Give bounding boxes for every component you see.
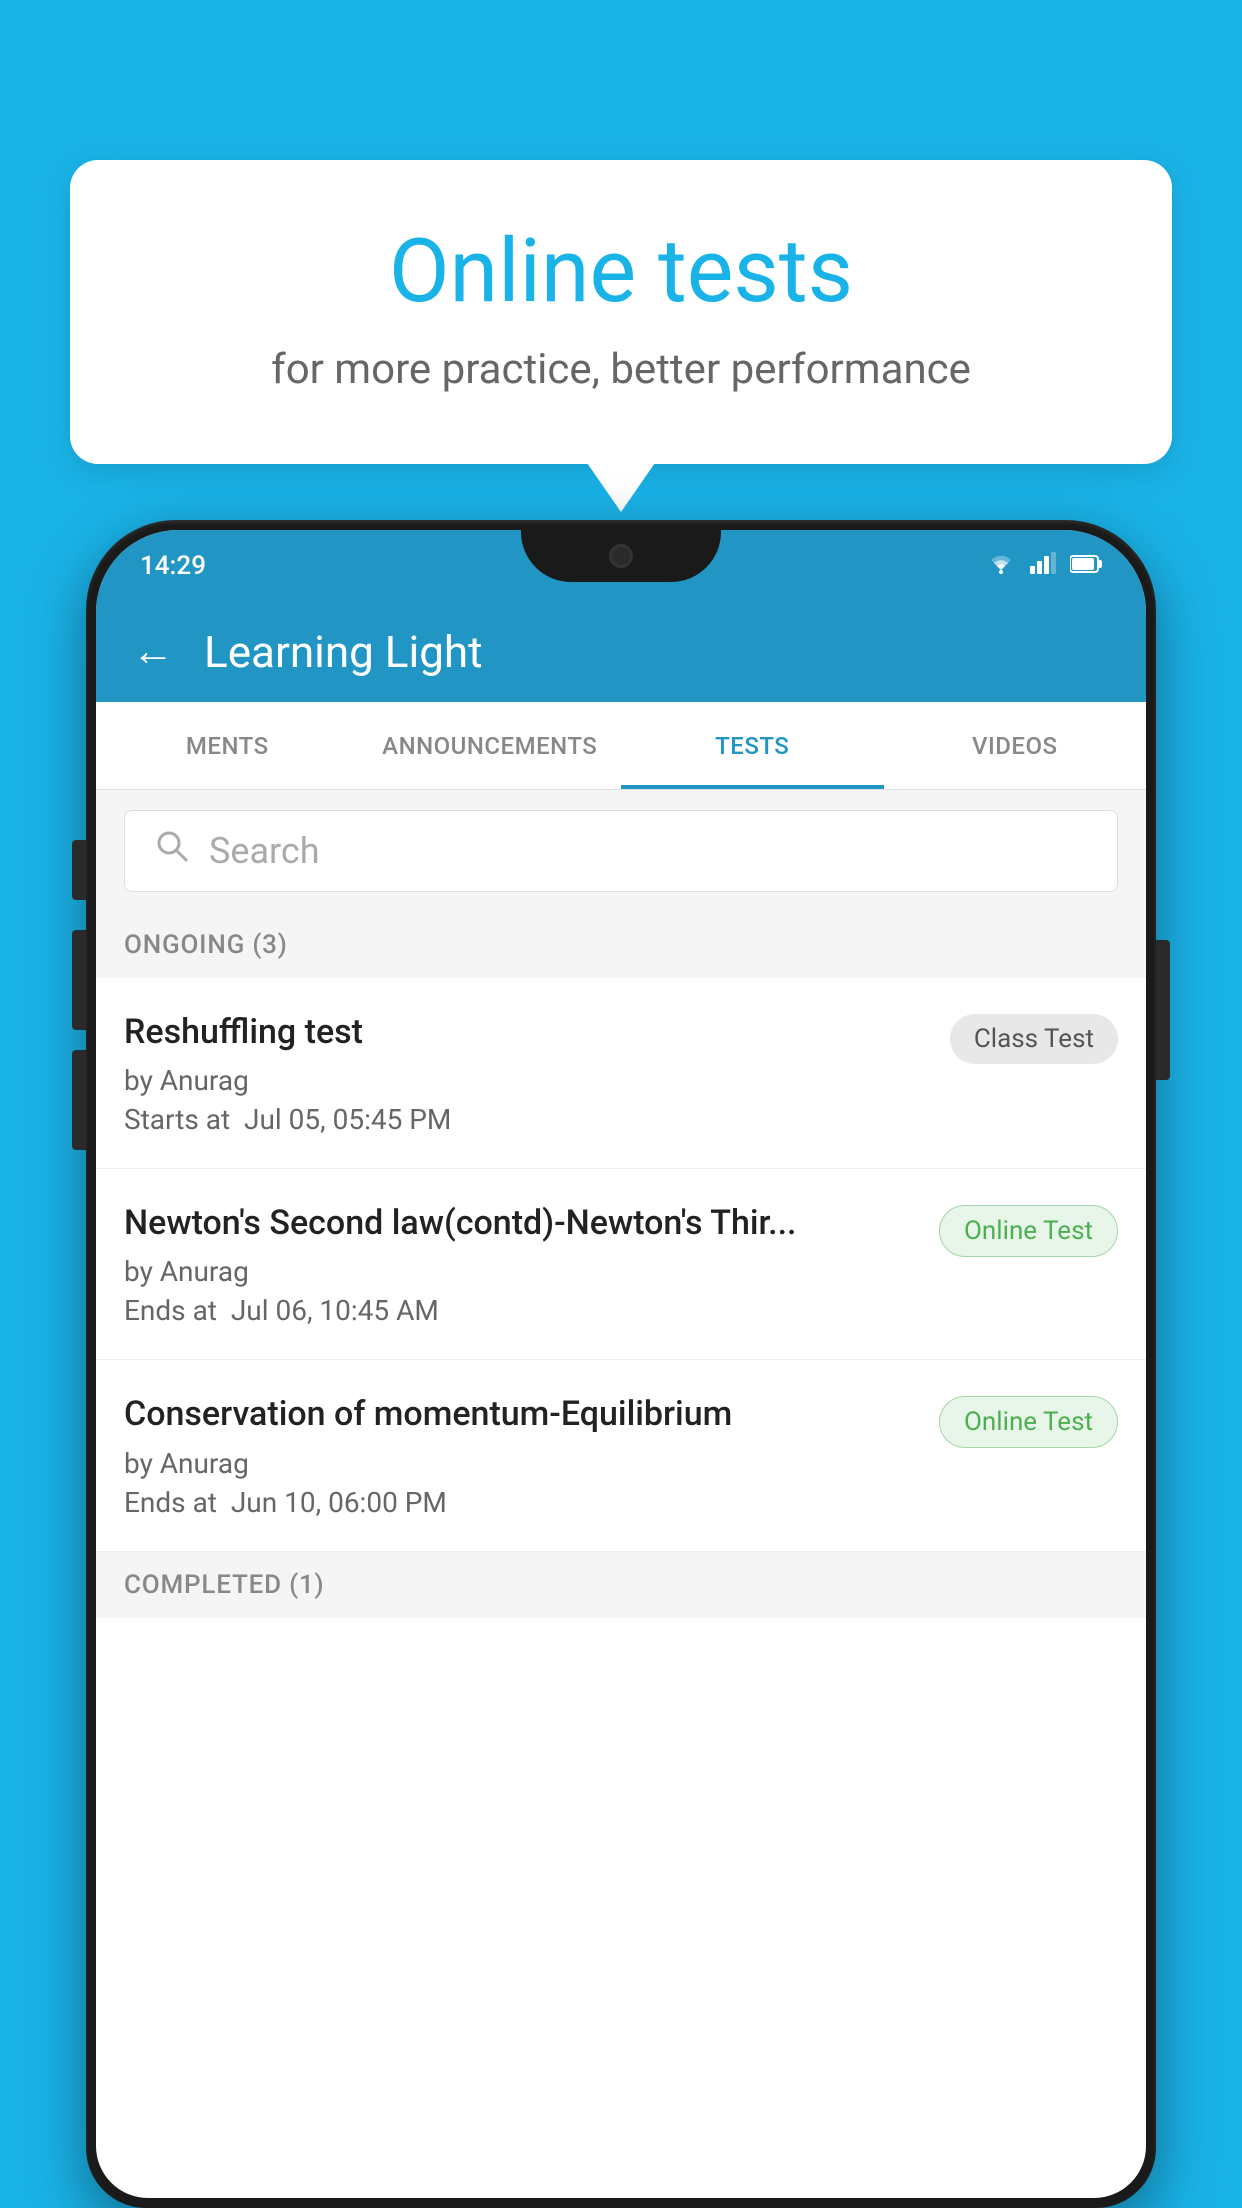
test-author: by Anurag: [124, 1447, 919, 1480]
test-name: Newton's Second law(contd)-Newton's Thir…: [124, 1201, 919, 1245]
test-time: Ends at Jun 10, 06:00 PM: [124, 1486, 919, 1519]
phone-notch: [521, 530, 721, 582]
test-name: Reshuffling test: [124, 1010, 930, 1054]
search-placeholder: Search: [209, 830, 320, 872]
battery-icon: [1070, 552, 1102, 580]
tab-tests[interactable]: TESTS: [621, 702, 884, 789]
phone-screen: 14:29: [96, 530, 1146, 2198]
completed-section-header: COMPLETED (1): [96, 1552, 1146, 1618]
test-author: by Anurag: [124, 1064, 930, 1097]
tab-assignments[interactable]: MENTS: [96, 702, 359, 789]
test-name: Conservation of momentum-Equilibrium: [124, 1392, 919, 1436]
ongoing-section-header: ONGOING (3): [96, 912, 1146, 978]
back-button[interactable]: ←: [132, 631, 174, 673]
tests-list: Reshuffling test by Anurag Starts at Jul…: [96, 978, 1146, 1552]
phone-vol-up-button: [72, 840, 86, 900]
test-info: Newton's Second law(contd)-Newton's Thir…: [124, 1201, 939, 1327]
test-item[interactable]: Newton's Second law(contd)-Newton's Thir…: [96, 1169, 1146, 1360]
wifi-icon: [986, 552, 1016, 580]
test-badge: Class Test: [950, 1014, 1118, 1064]
status-icons: [986, 552, 1102, 580]
test-item[interactable]: Reshuffling test by Anurag Starts at Jul…: [96, 978, 1146, 1169]
test-badge: Online Test: [939, 1396, 1118, 1448]
status-time: 14:29: [140, 551, 206, 581]
phone-frame: 14:29: [86, 520, 1156, 2208]
search-icon: [155, 829, 189, 873]
status-bar: 14:29: [96, 530, 1146, 602]
search-box[interactable]: Search: [124, 810, 1118, 892]
phone-vol-down-button: [72, 930, 86, 1030]
tabs-bar: MENTS ANNOUNCEMENTS TESTS VIDEOS: [96, 702, 1146, 790]
signal-icon: [1030, 552, 1056, 580]
front-camera: [609, 544, 633, 568]
bubble-subtitle: for more practice, better performance: [150, 345, 1092, 394]
test-info: Conservation of momentum-Equilibrium by …: [124, 1392, 939, 1518]
phone-power-button: [1156, 940, 1170, 1080]
phone-vol-down2-button: [72, 1050, 86, 1150]
search-container: Search: [96, 790, 1146, 912]
test-time: Starts at Jul 05, 05:45 PM: [124, 1103, 930, 1136]
app-header: ← Learning Light: [96, 602, 1146, 702]
bubble-title: Online tests: [150, 220, 1092, 323]
test-time: Ends at Jul 06, 10:45 AM: [124, 1294, 919, 1327]
promo-bubble: Online tests for more practice, better p…: [70, 160, 1172, 464]
test-info: Reshuffling test by Anurag Starts at Jul…: [124, 1010, 950, 1136]
tab-announcements[interactable]: ANNOUNCEMENTS: [359, 702, 622, 789]
app-title: Learning Light: [204, 626, 483, 678]
test-badge: Online Test: [939, 1205, 1118, 1257]
test-item[interactable]: Conservation of momentum-Equilibrium by …: [96, 1360, 1146, 1551]
tab-videos[interactable]: VIDEOS: [884, 702, 1147, 789]
test-author: by Anurag: [124, 1255, 919, 1288]
